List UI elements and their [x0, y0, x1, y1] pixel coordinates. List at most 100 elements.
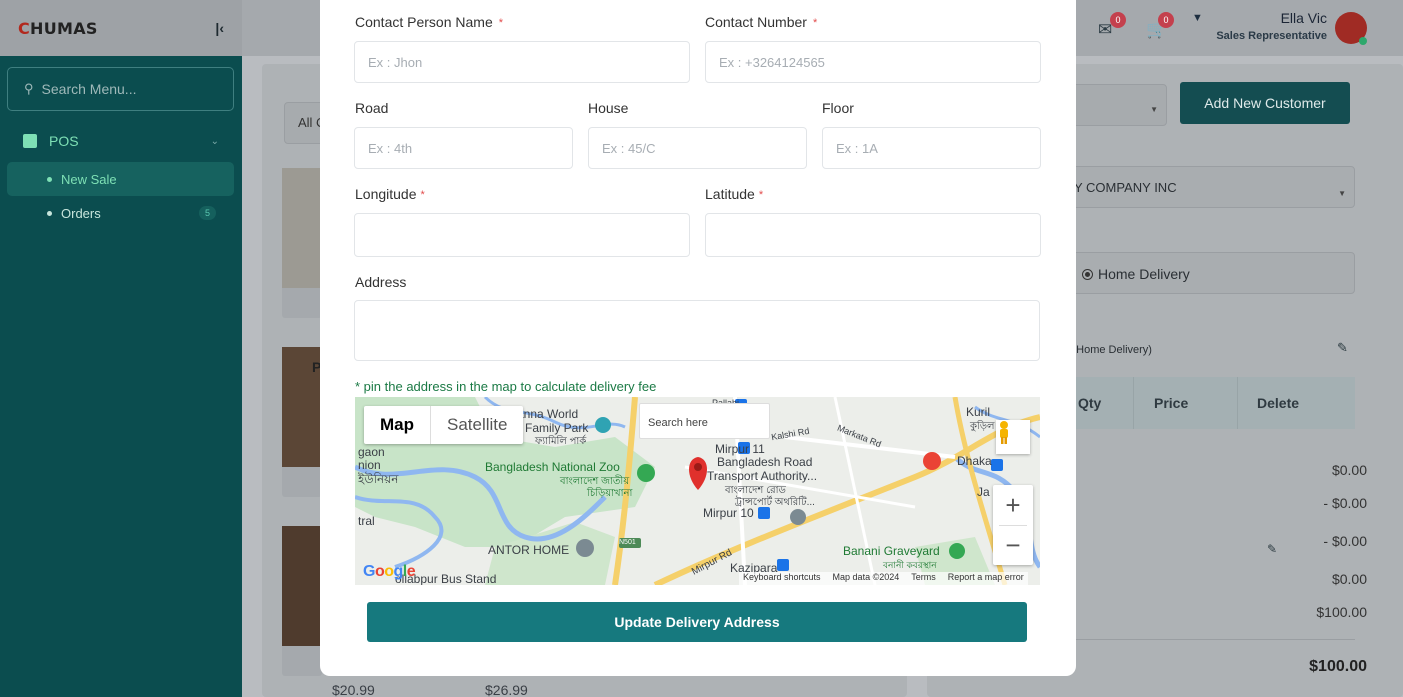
caret-down-icon[interactable]: ▼	[1192, 12, 1203, 24]
orders-count-badge: 5	[198, 206, 216, 220]
bullet-icon	[47, 176, 52, 182]
summary-value: - $0.00	[1323, 495, 1367, 511]
label-text: Contact Person Name	[355, 14, 493, 30]
edit-discount-icon[interactable]: ✎	[1267, 542, 1277, 556]
zoom-divider	[999, 525, 1027, 526]
required-mark: *	[498, 17, 504, 29]
pin-note: * pin the address in the map to calculat…	[355, 379, 657, 394]
map-label-union: nion	[358, 458, 381, 472]
delivery-type-group: Home Delivery	[1067, 252, 1355, 294]
latitude-input[interactable]	[705, 213, 1041, 257]
cart-icon[interactable]: 🛒 0	[1146, 12, 1174, 39]
bullet-icon	[47, 210, 52, 216]
map-label-kuril: Kuril	[966, 405, 991, 419]
sidebar: CHUMAS |‹ ⚲ Search Menu... POS ⌄ New Sal…	[0, 0, 242, 697]
required-mark: *	[758, 189, 764, 201]
address-textarea[interactable]	[354, 300, 1040, 361]
summary-value: $100.00	[1316, 604, 1367, 620]
message-icon[interactable]: ✉ 0	[1098, 12, 1126, 39]
product-card[interactable]	[282, 526, 322, 676]
map-label-banani: Banani Graveyard	[843, 544, 940, 558]
keyboard-shortcuts-link[interactable]: Keyboard shortcuts	[743, 572, 821, 585]
product-image	[282, 526, 322, 646]
floor-label: Floor	[822, 100, 854, 116]
house-input[interactable]	[588, 127, 807, 169]
delivery-address-modal: Contact Person Name * Contact Number * Roa…	[320, 0, 1076, 676]
google-logo: Google	[363, 563, 416, 580]
summary-value: $0.00	[1331, 462, 1367, 478]
contact-name-label: Contact Person Name *	[355, 14, 503, 30]
edit-address-icon[interactable]: ✎	[1337, 340, 1348, 356]
summary-divider	[1067, 639, 1355, 640]
update-delivery-address-button[interactable]: Update Delivery Address	[367, 602, 1027, 642]
user-role: Sales Representative	[1216, 30, 1327, 42]
terms-link[interactable]: Terms	[911, 572, 936, 585]
address-label: Address	[355, 274, 407, 290]
product-image	[282, 168, 322, 288]
collapse-sidebar-icon[interactable]: |‹	[215, 20, 224, 36]
map-label-zoo: Bangladesh National Zoo	[485, 460, 620, 474]
zoom-out-button[interactable]: −	[993, 525, 1033, 565]
product-price: $26.99	[485, 682, 528, 697]
logo-text: HUMAS	[30, 18, 98, 38]
map-label-brta: Bangladesh Road	[717, 455, 813, 469]
product-price: $20.99	[332, 682, 375, 697]
map-label-gaon: gaon	[358, 445, 385, 459]
cart-table-header: Qty Price Delete	[1067, 377, 1355, 429]
map-label-banani-bn: বনানী কবরস্থান	[883, 560, 937, 570]
label-text: Contact Number	[705, 14, 807, 30]
summary-value: - $0.00	[1323, 533, 1367, 549]
sidebar-item-label: POS	[49, 133, 79, 149]
customer-company-select[interactable]: Y COMPANY INC ▼	[1067, 166, 1355, 208]
sidebar-item-orders[interactable]: Orders 5	[7, 196, 234, 230]
road-input[interactable]	[354, 127, 573, 169]
latitude-label: Latitude *	[705, 186, 763, 202]
online-status-dot	[1359, 37, 1367, 45]
map-label-n501: N501	[619, 539, 636, 546]
add-new-customer-button[interactable]: Add New Customer	[1180, 82, 1350, 124]
map-label-zoo-bn: চিড়িয়াখানা	[587, 488, 633, 499]
app-logo[interactable]: CHUMAS	[18, 19, 98, 38]
map-label-mirpur-10: Mirpur 10	[703, 506, 754, 520]
column-header-qty: Qty	[1078, 395, 1102, 411]
chevron-down-icon: ▼	[1150, 105, 1158, 114]
longitude-input[interactable]	[354, 213, 690, 257]
floor-input[interactable]	[822, 127, 1041, 169]
required-mark: *	[420, 189, 425, 201]
map-label-family-park: Family Park	[525, 421, 589, 435]
map-tab-map[interactable]: Map	[364, 406, 431, 444]
column-header-price: Price	[1154, 395, 1189, 411]
report-map-error-link[interactable]: Report a map error	[948, 572, 1024, 585]
column-divider	[1237, 377, 1238, 429]
contact-number-input[interactable]	[705, 41, 1041, 83]
user-name[interactable]: Ella Vic	[1281, 10, 1327, 26]
map-label-brta: Transport Authority...	[707, 469, 818, 483]
home-delivery-radio[interactable]	[1082, 269, 1093, 280]
chevron-down-icon: ▼	[1338, 189, 1346, 198]
map-label-union-bn: ইউনিয়ন	[358, 472, 399, 486]
sidebar-search-input[interactable]: ⚲ Search Menu...	[7, 67, 234, 111]
zoom-in-button[interactable]: +	[993, 485, 1033, 525]
chevron-down-icon: ⌄	[210, 135, 219, 147]
logo-initial: C	[18, 18, 31, 38]
map-label-kuril-bn: কুড়িল	[970, 421, 995, 432]
map-search-input[interactable]: Search here	[639, 403, 770, 439]
required-mark: *	[812, 17, 818, 29]
home-delivery-label: Home Delivery	[1098, 266, 1190, 282]
product-card[interactable]	[282, 168, 322, 318]
sidebar-item-label: Orders	[61, 205, 101, 221]
sidebar-item-new-sale[interactable]: New Sale	[7, 162, 234, 196]
map-data-attribution: Map data ©2024	[832, 572, 900, 582]
sidebar-item-pos[interactable]: POS ⌄	[0, 131, 242, 151]
map-label-family-park-bn: ফ্যামিলি পার্ক	[535, 436, 587, 447]
street-view-pegman-icon[interactable]	[996, 420, 1030, 454]
map-widget[interactable]: anna World Family Park ফ্যামিলি পার্ক ga…	[355, 397, 1040, 585]
contact-name-input[interactable]	[354, 41, 690, 83]
map-label-mirpur-11: Mirpur 11	[715, 442, 765, 456]
logo-bar: CHUMAS |‹	[0, 0, 242, 56]
map-footer: Keyboard shortcuts Map data ©2024 Terms …	[739, 572, 1028, 585]
map-tab-satellite[interactable]: Satellite	[431, 406, 523, 444]
search-icon: ⚲	[24, 81, 34, 96]
message-count-badge: 0	[1110, 12, 1126, 28]
contact-number-label: Contact Number *	[705, 14, 817, 30]
